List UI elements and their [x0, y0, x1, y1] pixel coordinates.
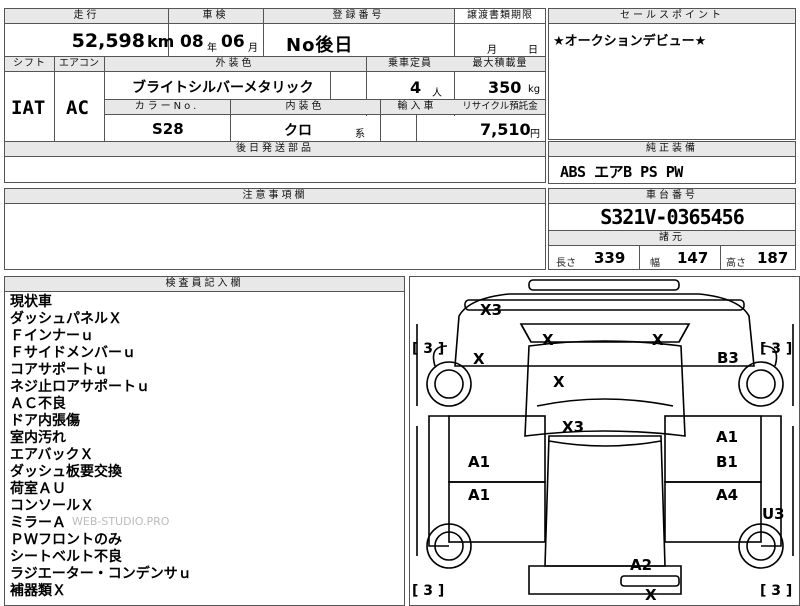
equipment-value: ABS エアB PS PW [560, 163, 683, 181]
transfer-day-unit: 日 [528, 45, 538, 56]
exterior-header: 外装色 [215, 58, 255, 69]
color-no-header: カラーNo. [134, 101, 200, 112]
recycle-unit: 円 [530, 129, 540, 140]
recycle-value: 7,510 [480, 120, 531, 139]
capacity-unit: 人 [432, 88, 442, 99]
inspector-header: 検査員記入欄 [165, 278, 244, 289]
mileage-header: 走行 [73, 10, 100, 21]
capacity-header: 乗車定員 [388, 58, 432, 69]
notes-header: 注意事項欄 [242, 190, 308, 201]
inspector-line: 荷室ＡＵ [10, 481, 66, 497]
interior-value: クロ [284, 123, 312, 139]
import-header: 輸入車 [397, 101, 437, 112]
later-parts-area [4, 156, 546, 183]
mileage-value: 52,598 [71, 30, 145, 52]
mark-windshield: X3 [562, 418, 585, 436]
bracket-rear-left: [ 3 ] [412, 583, 445, 599]
length-value: 339 [594, 249, 626, 267]
transfer-date-header: 譲渡書類期限 [467, 10, 533, 21]
later-parts-header: 後日発送部品 [236, 143, 314, 154]
mark-rear-right: U3 [762, 505, 785, 523]
inspector-line: ラジエーター・コンデンサｕ [10, 566, 192, 582]
bracket-front-left: [ 3 ] [412, 341, 445, 357]
inspector-line: 室内汚れ [10, 430, 66, 446]
inspector-line: ダッシュ板要交換 [10, 464, 122, 480]
capacity-value: 4 [410, 78, 422, 97]
inspector-line: Ｆインナーｕ [10, 328, 94, 344]
height-label: 高さ [726, 258, 746, 269]
mark-hood-left: X [542, 331, 554, 349]
watermark: WEB-STUDIO.PRO [72, 515, 170, 528]
height-value: 187 [757, 249, 789, 267]
interior-header: 内装色 [285, 101, 325, 112]
width-value: 147 [677, 249, 709, 267]
car-diagram-box: [ 3 ] [ 3 ] [ 3 ] [ 3 ] X3 X X X B3 X X3… [409, 276, 800, 606]
chassis-header: 車台番号 [646, 190, 698, 201]
inspector-line: シートベルト不良 [10, 549, 122, 565]
inspector-line: ミラーＡ [10, 515, 66, 531]
shift-header: シフト [13, 58, 46, 69]
length-label: 長さ [556, 258, 576, 269]
width-label: 幅 [650, 258, 660, 269]
bracket-rear-right: [ 3 ] [760, 583, 793, 599]
sales-point-header: セールスポイント [620, 10, 724, 21]
max-load-value: 350 [488, 78, 522, 97]
inspector-line: ネジ止ロアサポートｕ [10, 379, 150, 395]
sales-point-text: ★オークションデビュー★ [553, 34, 707, 49]
inspector-line: ＡＣ不良 [10, 396, 66, 412]
mark-door-fr-top: A1 [716, 428, 739, 446]
mark-front-top: X3 [480, 301, 503, 319]
transfer-month-unit: 月 [487, 45, 497, 56]
mark-fender-left: X [473, 350, 485, 368]
exterior-value: ブライトシルバーメタリック [132, 80, 314, 96]
dimensions-header: 諸元 [659, 232, 685, 243]
max-load-unit: kg [528, 84, 541, 95]
mark-rear: A2 [630, 556, 653, 574]
inspector-line: Ｆサイドメンバーｕ [10, 345, 136, 361]
inspector-line: エアバックＸ [10, 447, 94, 463]
inspector-lines: 現状車 ダッシュパネルＸ Ｆインナーｕ Ｆサイドメンバーｕ コアサポートｕ ネジ… [10, 294, 400, 600]
interior-suffix: 系 [355, 129, 365, 140]
inspector-line: 補器類Ｘ [10, 583, 66, 599]
mark-door-rl: A1 [468, 486, 491, 504]
sales-point-box [548, 8, 796, 140]
mark-door-fl: A1 [468, 453, 491, 471]
inspector-line: 現状車 [10, 294, 52, 310]
registration-value: No後日 [286, 35, 354, 56]
mark-roof-front: X [553, 373, 565, 391]
car-outline [416, 279, 794, 595]
mileage-unit: km [147, 32, 175, 51]
mark-rear-bottom: X [645, 586, 657, 604]
max-load-header: 最大積載量 [472, 58, 528, 69]
registration-header: 登録番号 [332, 10, 385, 21]
inspector-line: コアサポートｕ [10, 362, 108, 378]
aircon-value: AC [66, 97, 89, 119]
inspection-year-unit: 年 [207, 43, 217, 54]
inspection-month: 06 [221, 32, 245, 52]
inspector-line: ダッシュパネルＸ [10, 311, 122, 327]
aircon-header: エアコン [59, 58, 99, 69]
inspector-line: ドア内張傷 [10, 413, 80, 429]
inspection-header: 車検 [202, 10, 229, 21]
inspector-line: コンソールＸ [10, 498, 94, 514]
mark-door-fr: B1 [716, 453, 738, 471]
recycle-header: リサイクル預託金 [462, 101, 538, 112]
bracket-front-right: [ 3 ] [760, 341, 793, 357]
inspector-line: ＰＷフロントのみ [10, 532, 122, 548]
color-no-value: S28 [152, 120, 184, 138]
mark-door-rr: A4 [716, 486, 739, 504]
equipment-header: 純正装備 [646, 143, 698, 154]
inspection-year: 08 [180, 32, 204, 52]
mark-fender-right: B3 [717, 349, 739, 367]
inspection-month-unit: 月 [248, 43, 258, 54]
shift-value: IAT [11, 97, 46, 119]
mark-hood-right: X [652, 331, 664, 349]
chassis-value: S321V-0365456 [600, 205, 745, 229]
